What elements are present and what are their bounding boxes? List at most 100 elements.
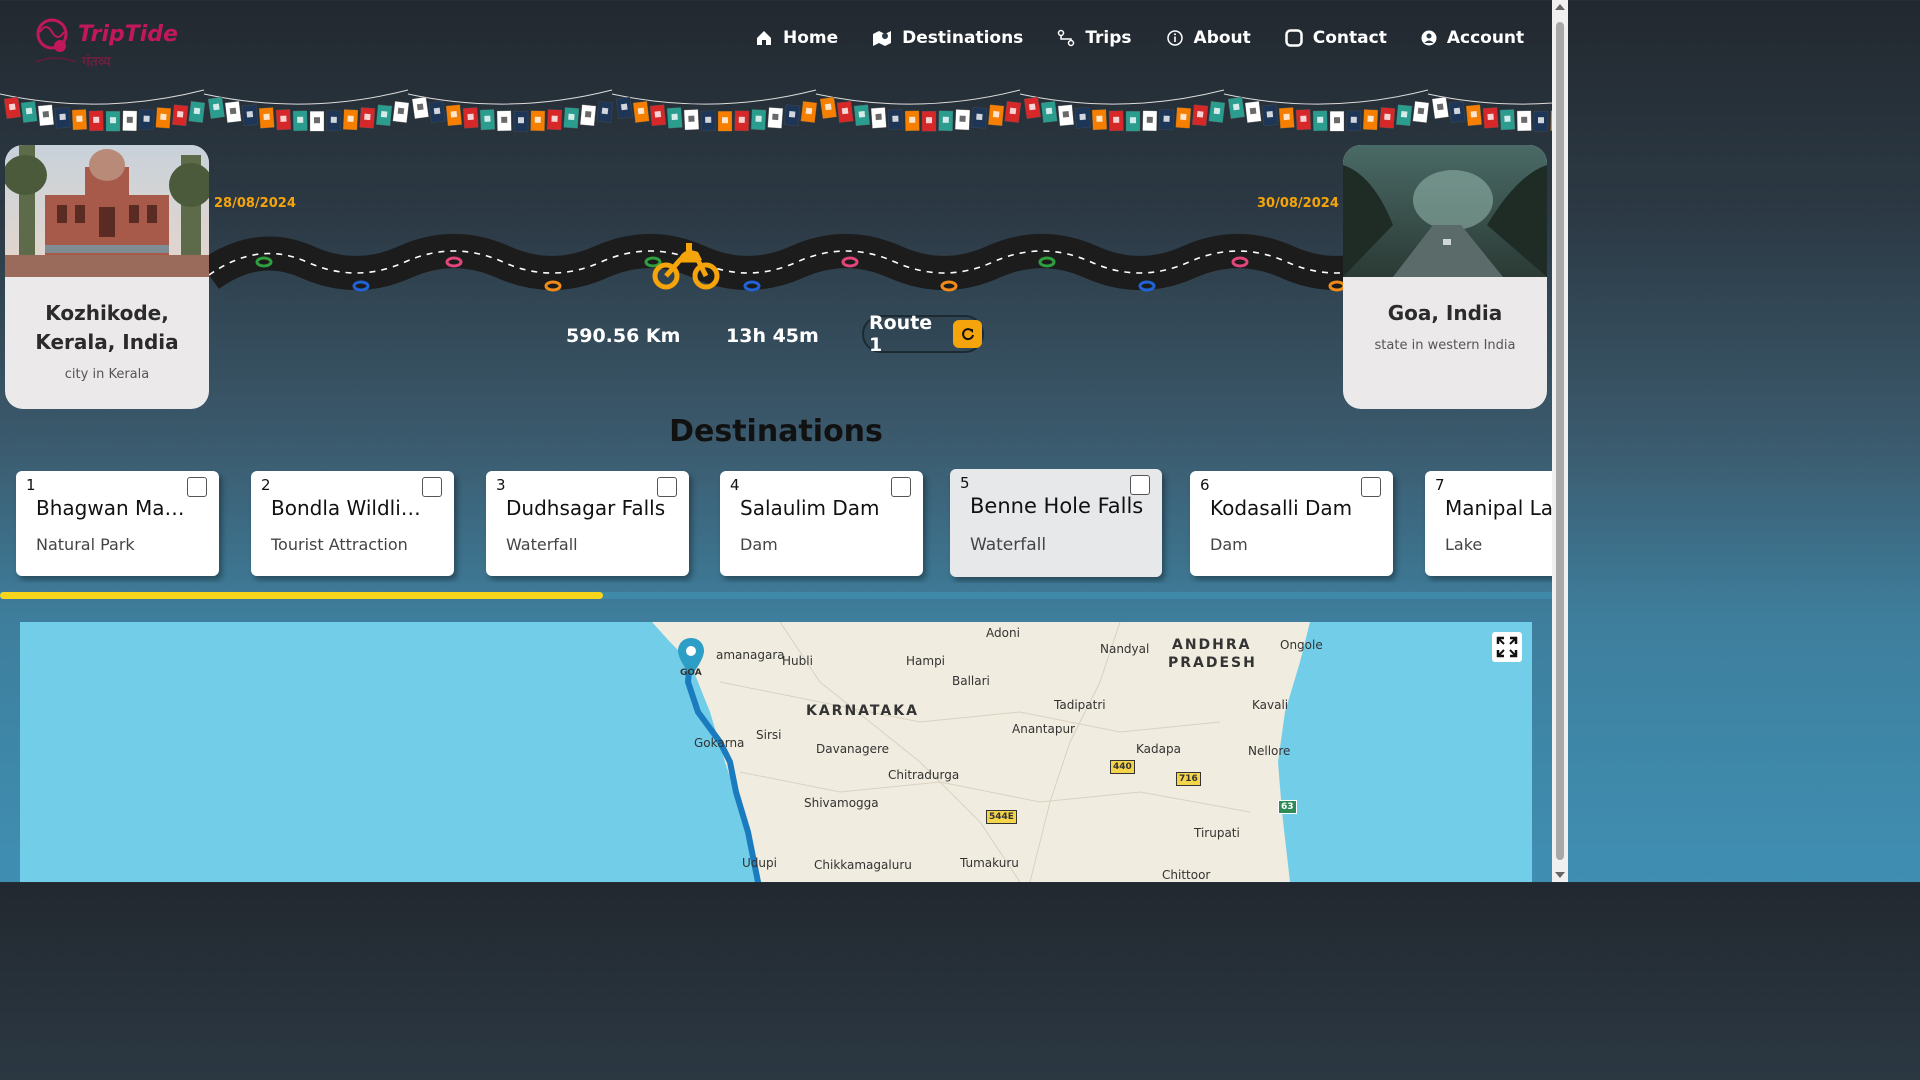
- destination-number: 7: [1435, 476, 1445, 494]
- scroll-down-arrow[interactable]: [1555, 872, 1565, 878]
- destination-checkbox[interactable]: [657, 477, 677, 497]
- nav-trips[interactable]: Trips: [1057, 28, 1132, 48]
- destination-checkbox[interactable]: [891, 477, 911, 497]
- destinations-carousel[interactable]: 1 Bhagwan Mah... Natural Park 2 Bondla W…: [0, 468, 1552, 583]
- start-date: 28/08/2024: [214, 196, 296, 211]
- main-nav: Home Destinations Trips About Contact Ac…: [755, 28, 1558, 48]
- destination-card-1[interactable]: 1 Bhagwan Mah... Natural Park: [16, 471, 219, 576]
- destination-name: Kodasalli Dam: [1210, 496, 1353, 520]
- nav-account[interactable]: Account: [1421, 28, 1524, 48]
- destination-number: 4: [730, 476, 740, 494]
- map-label: Gokarna: [694, 736, 745, 750]
- destination-desc: state in western India: [1374, 338, 1516, 353]
- page-scrollbar[interactable]: [1552, 0, 1568, 882]
- end-date: 30/08/2024: [1257, 196, 1339, 211]
- destination-card-6[interactable]: 6 Kodasalli Dam Dam: [1190, 471, 1393, 576]
- nav-about-label: About: [1193, 28, 1251, 48]
- map-label: Ongole: [1280, 638, 1323, 652]
- destination-card-3[interactable]: 3 Dudhsagar Falls Waterfall: [486, 471, 689, 576]
- route-selector[interactable]: Route 1: [862, 312, 984, 356]
- destination-name: Benne Hole Falls: [970, 494, 1144, 518]
- map-label: Nandyal: [1100, 642, 1150, 656]
- origin-image: [5, 145, 209, 277]
- brand-sub: गंतव्य: [82, 54, 111, 70]
- motorbike-icon: [652, 243, 720, 290]
- map-label: Adoni: [986, 626, 1020, 640]
- refresh-route-button[interactable]: [953, 320, 982, 348]
- map-state-label: ANDHRA: [1172, 637, 1252, 653]
- destination-type: Natural Park: [36, 535, 135, 554]
- nav-home-label: Home: [783, 28, 839, 48]
- map-label: Hampi: [906, 654, 946, 668]
- map-label: Davanagere: [816, 742, 890, 756]
- destination-checkbox[interactable]: [1130, 475, 1150, 495]
- destination-type: Lake: [1445, 535, 1483, 554]
- origin-desc: city in Kerala: [64, 367, 150, 382]
- map-label: Sirsi: [756, 728, 782, 742]
- map-label: Nellore: [1248, 744, 1291, 758]
- destination-checkbox[interactable]: [422, 477, 442, 497]
- trip-duration: 13h 45m: [726, 325, 819, 347]
- fullscreen-icon: [1496, 636, 1518, 658]
- prayer-flags-decoration: [0, 89, 1552, 132]
- map-label: GOA: [680, 668, 702, 678]
- info-icon: [1166, 30, 1183, 46]
- highway-shield: 440: [1110, 760, 1135, 774]
- nav-account-label: Account: [1446, 28, 1525, 48]
- destination-number: 3: [496, 476, 506, 494]
- scroll-up-arrow[interactable]: [1555, 4, 1565, 10]
- map-label: Tumakuru: [960, 856, 1019, 870]
- destination-card-7[interactable]: 7 Manipal La Lake: [1425, 471, 1552, 576]
- map-label: Chitradurga: [888, 768, 960, 782]
- page-scroll-thumb[interactable]: [1556, 22, 1564, 860]
- route-map[interactable]: Adoni Nandyal Ongole amanagara Hubli Ham…: [20, 622, 1532, 882]
- destination-checkbox[interactable]: [187, 477, 207, 497]
- destination-type: Tourist Attraction: [271, 535, 408, 554]
- destination-card-4[interactable]: 4 Salaulim Dam Dam: [720, 471, 923, 576]
- destination-card-5[interactable]: 5 Benne Hole Falls Waterfall: [950, 469, 1162, 577]
- destination-type: Dam: [1210, 535, 1248, 554]
- contact-icon: [1285, 29, 1303, 47]
- destination-name: Dudhsagar Falls: [506, 496, 666, 520]
- destinations-title: Destinations: [669, 414, 883, 449]
- map-label: amanagara: [716, 648, 785, 662]
- destination-card-2[interactable]: 2 Bondla Wildlife ... Tourist Attraction: [251, 471, 454, 576]
- fullscreen-button[interactable]: [1492, 632, 1522, 662]
- destination-card[interactable]: Goa, India state in western India: [1343, 145, 1547, 409]
- triptide-logo[interactable]: TripTide गंतव्य: [30, 12, 178, 82]
- map-label: Kadapa: [1136, 742, 1181, 756]
- destination-number: 5: [960, 474, 970, 492]
- map-state-label: PRADESH: [1168, 655, 1257, 671]
- nav-contact-label: Contact: [1312, 28, 1387, 48]
- destination-checkbox[interactable]: [1361, 477, 1381, 497]
- route-label: Route 1: [869, 312, 933, 356]
- nav-home[interactable]: Home: [755, 28, 838, 48]
- map-label: Udupi: [742, 856, 777, 870]
- nav-destinations[interactable]: Destinations: [872, 28, 1023, 48]
- origin-card[interactable]: Kozhikode, Kerala, India city in Kerala: [5, 145, 209, 409]
- trip-distance: 590.56 Km: [566, 325, 681, 347]
- destination-name: Bondla Wildlife ...: [271, 496, 421, 520]
- destination-name: Manipal La: [1445, 496, 1552, 520]
- destination-number: 1: [26, 476, 36, 494]
- destination-image: [1343, 145, 1547, 277]
- highway-shield: 716: [1176, 772, 1201, 786]
- map-label: Anantapur: [1012, 722, 1075, 736]
- destination-number: 2: [261, 476, 271, 494]
- nav-destinations-label: Destinations: [902, 28, 1024, 48]
- carousel-scroll-thumb[interactable]: [0, 592, 603, 599]
- map-label: Chikkamagaluru: [814, 858, 912, 872]
- nav-contact[interactable]: Contact: [1285, 28, 1387, 48]
- destination-type: Waterfall: [970, 535, 1047, 555]
- nav-about[interactable]: About: [1166, 28, 1251, 48]
- map-label: Kavali: [1252, 698, 1289, 712]
- map-label: Shivamogga: [804, 796, 879, 810]
- refresh-icon: [961, 328, 974, 341]
- destination-type: Dam: [740, 535, 778, 554]
- map-state-label: KARNATAKA: [806, 703, 919, 719]
- map-icon: [873, 31, 892, 46]
- logo-pin-icon: [35, 18, 77, 63]
- account-icon: [1421, 30, 1437, 46]
- highway-shield: 544E: [986, 810, 1017, 824]
- map-label: Ballari: [952, 674, 990, 688]
